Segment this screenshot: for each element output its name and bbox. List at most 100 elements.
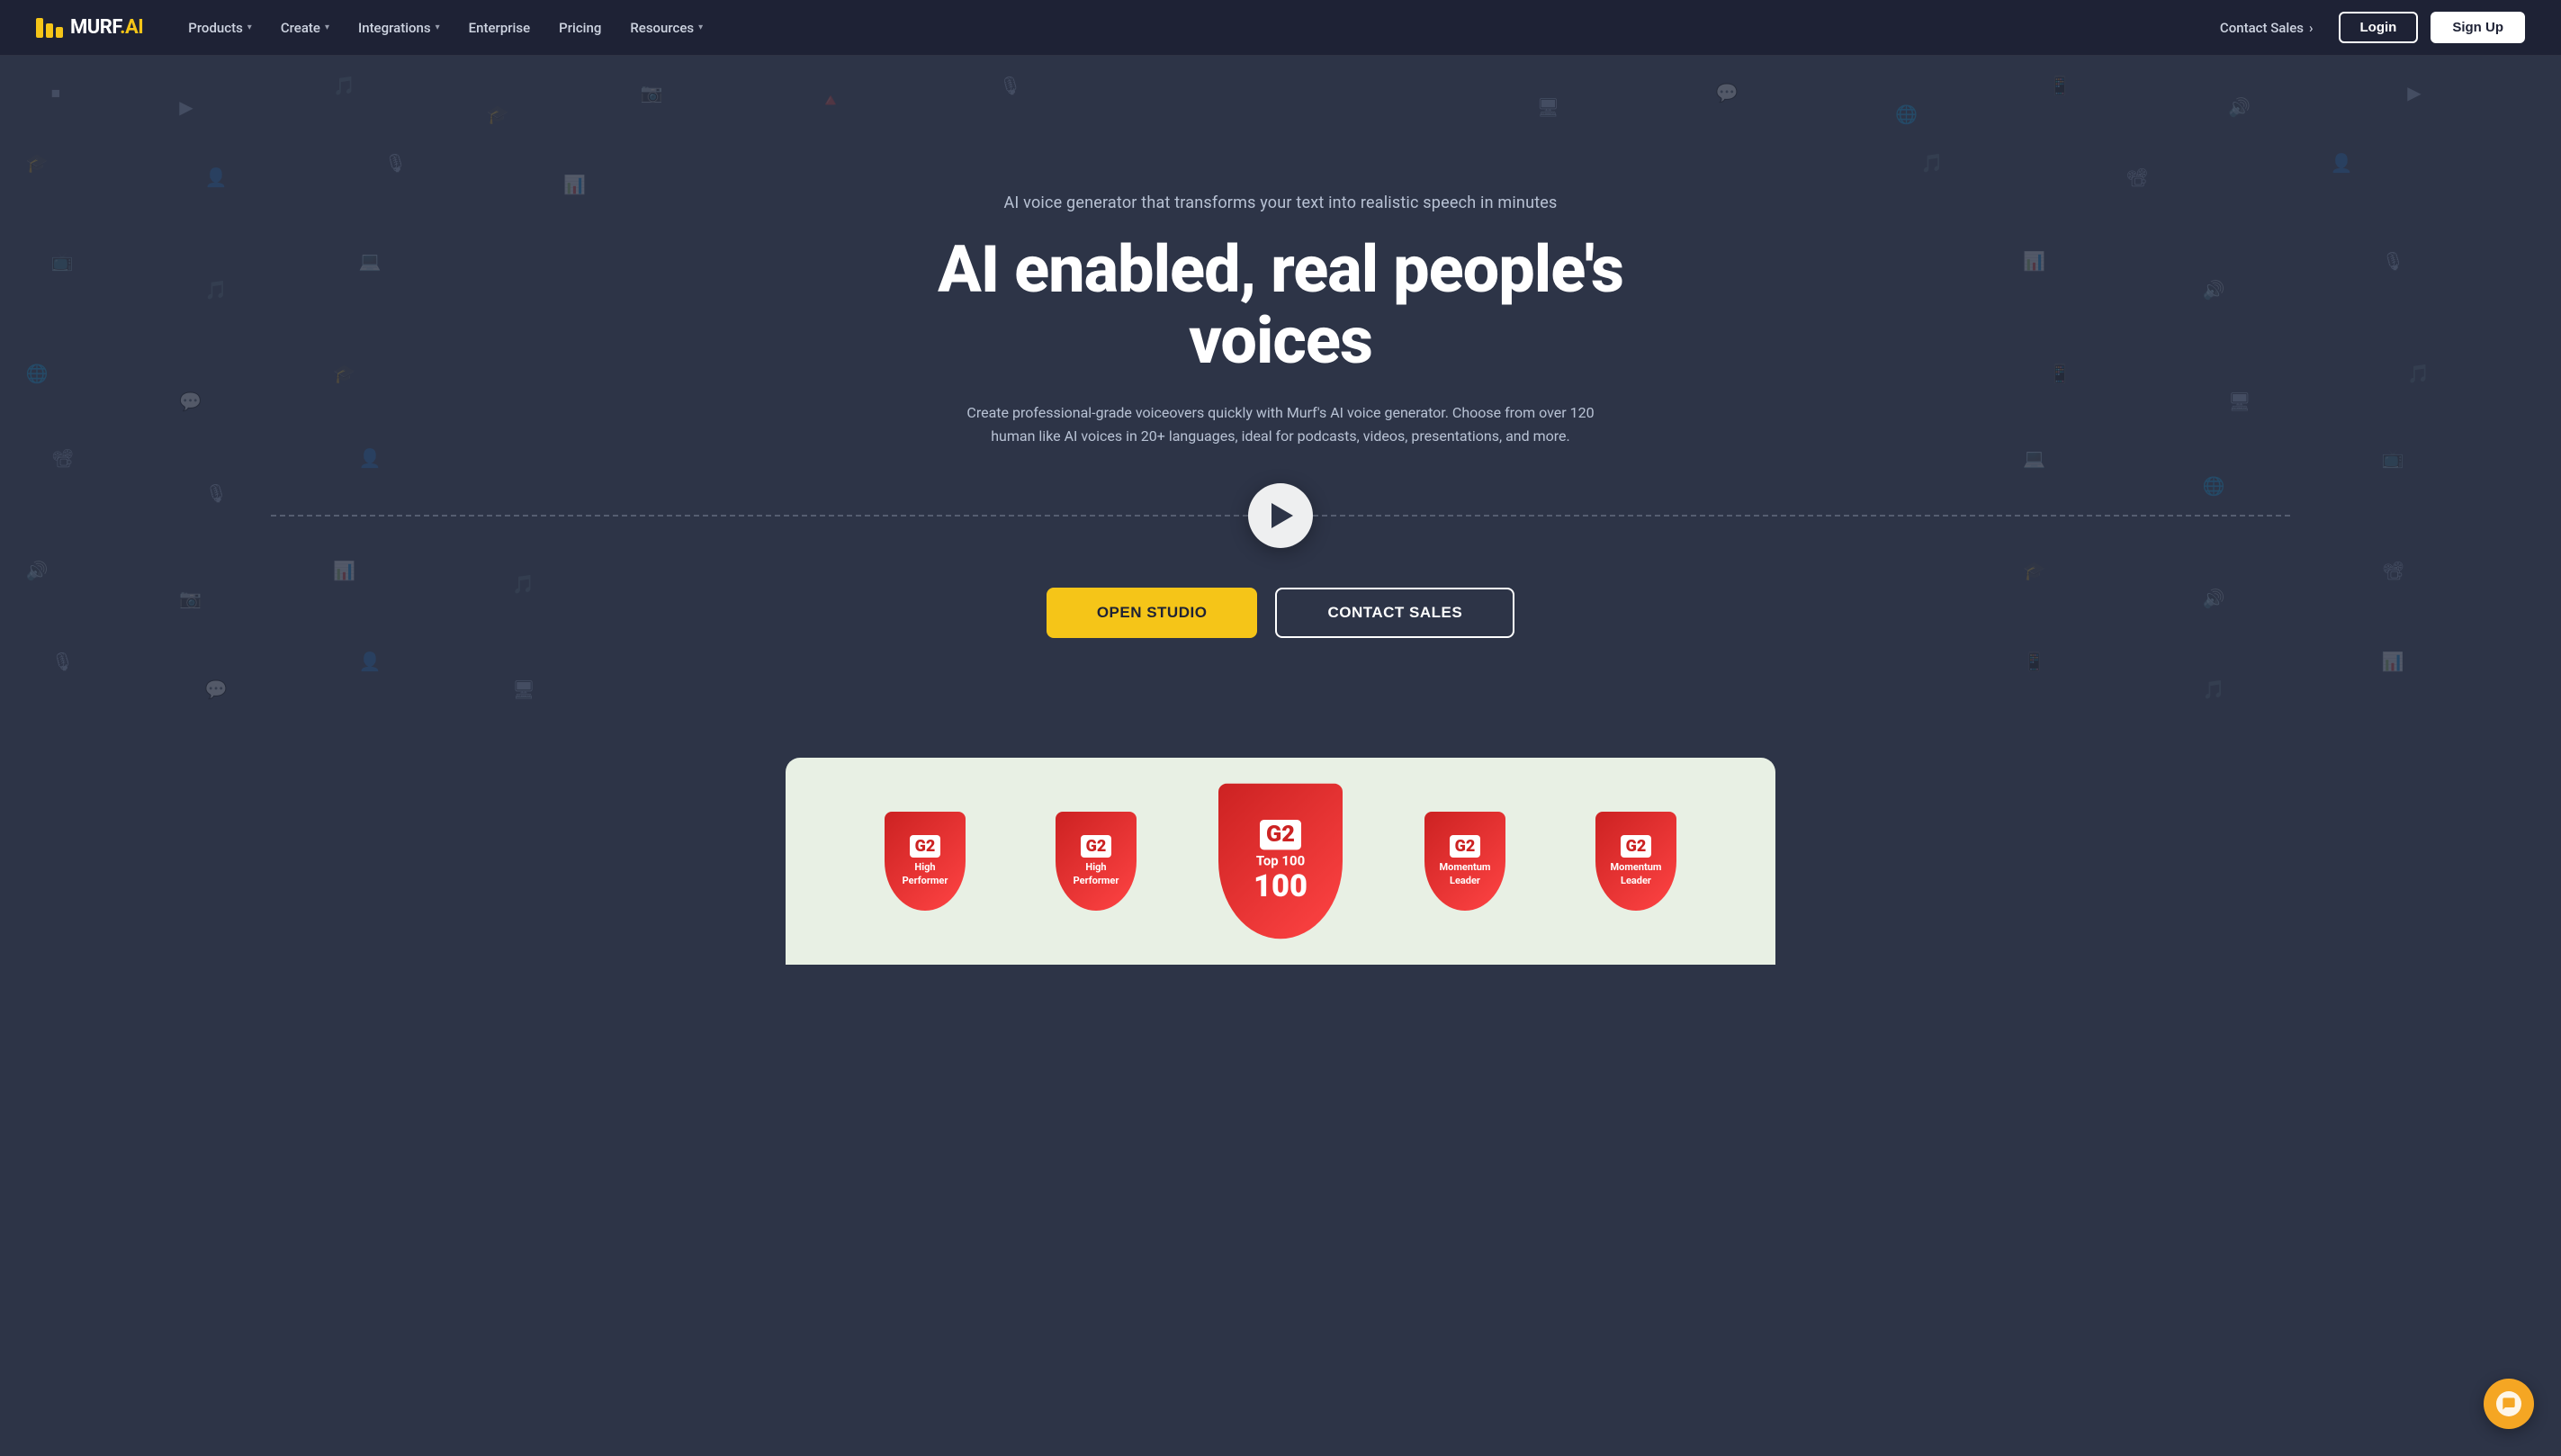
- chat-bubble-icon: [2502, 1397, 2516, 1411]
- logo[interactable]: MURF.AI: [36, 16, 143, 39]
- chat-button[interactable]: [2484, 1379, 2534, 1429]
- nav-item-resources[interactable]: Resources ▾: [617, 13, 715, 43]
- bg-icon: 🔊: [2203, 589, 2225, 607]
- bg-icon: 💬: [1716, 84, 1739, 102]
- award-badge-2: G2 HighPerformer: [1056, 812, 1137, 911]
- nav-item-integrations[interactable]: Integrations ▾: [346, 13, 453, 43]
- bg-icon: 👤: [2331, 154, 2353, 172]
- arrow-icon: ›: [2309, 20, 2314, 36]
- award-badge-3: G2 MomentumLeader: [1424, 812, 1505, 911]
- bg-icon: 👤: [358, 652, 381, 670]
- bg-icon: 🔊: [2203, 281, 2225, 299]
- award-badge-1: G2 HighPerformer: [885, 812, 966, 911]
- open-studio-button[interactable]: OPEN STUDIO: [1047, 588, 1258, 638]
- chevron-down-icon: ▾: [698, 22, 703, 32]
- badge-rank-featured: 100: [1254, 871, 1307, 903]
- bg-icon: 👤: [358, 449, 381, 467]
- g2-badge-featured: G2 Top 100 100: [1218, 784, 1343, 939]
- bg-icon: 📽: [2382, 562, 2404, 580]
- bg-icon: 🎓: [2023, 562, 2045, 580]
- bg-icon: 💻: [2023, 449, 2045, 467]
- chat-icon: [2496, 1391, 2521, 1416]
- nav-item-enterprise[interactable]: Enterprise: [456, 13, 543, 43]
- signup-button[interactable]: Sign Up: [2431, 12, 2525, 43]
- nav-label-create: Create: [281, 20, 320, 36]
- logo-icon: [36, 18, 63, 38]
- g2-logo-4: G2: [1621, 835, 1652, 858]
- logo-suffix: .AI: [120, 16, 143, 39]
- badge-title-4: MomentumLeader: [1611, 861, 1662, 887]
- contact-sales-nav-label: Contact Sales: [2220, 20, 2304, 36]
- bg-icon: 📊: [2023, 252, 2045, 270]
- nav-item-pricing[interactable]: Pricing: [546, 13, 614, 43]
- bg-icon: 🎙: [999, 76, 1021, 94]
- play-icon: [1272, 503, 1293, 528]
- bg-icon: 🎵: [333, 76, 355, 94]
- g2-logo-2: G2: [1081, 835, 1112, 858]
- bg-icon: 🌐: [1895, 105, 1918, 123]
- bg-icon: 🎙: [384, 154, 407, 172]
- bg-icon: 📺: [51, 252, 74, 270]
- bg-icon: 📺: [2382, 449, 2404, 467]
- dashed-line-right: [1313, 515, 2290, 517]
- g2-badge-2: G2 HighPerformer: [1056, 812, 1137, 911]
- login-button[interactable]: Login: [2339, 12, 2419, 43]
- g2-logo-featured: G2: [1260, 820, 1301, 849]
- bg-icon: 🎓: [333, 364, 355, 382]
- logo-bar-3: [56, 27, 63, 38]
- nav-label-resources: Resources: [630, 20, 694, 36]
- navbar: MURF.AI Products ▾ Create ▾ Integrations…: [0, 0, 2561, 56]
- nav-label-products: Products: [188, 20, 243, 36]
- bg-icon: 👤: [205, 168, 228, 186]
- bg-icon: 🎵: [1921, 154, 1944, 172]
- bg-icon: 🎵: [2203, 680, 2225, 698]
- hero-buttons: OPEN STUDIO CONTACT SALES: [1047, 588, 1514, 638]
- bg-icon: 🎵: [2407, 364, 2430, 382]
- hero-content: AI voice generator that transforms your …: [876, 193, 1685, 484]
- bg-icon: 📷: [641, 84, 663, 102]
- hero-subtitle: AI voice generator that transforms your …: [876, 193, 1685, 212]
- bg-icon: 💬: [205, 680, 228, 698]
- bg-icon: ⏹: [51, 84, 60, 102]
- nav-item-products[interactable]: Products ▾: [175, 13, 265, 43]
- bg-icon: 🎵: [512, 575, 535, 593]
- play-section: [18, 483, 2543, 548]
- navbar-right: Contact Sales › Login Sign Up: [2207, 12, 2525, 43]
- chevron-down-icon: ▾: [247, 22, 252, 32]
- bg-icon: 🔊: [2228, 98, 2251, 116]
- bg-icon: 🎓: [487, 105, 509, 123]
- nav-label-pricing: Pricing: [559, 20, 601, 36]
- hero-description: Create professional-grade voiceovers qui…: [957, 401, 1604, 447]
- dashed-line-left: [271, 515, 1248, 517]
- bg-icon: 🎙: [2382, 252, 2404, 270]
- bg-icon: 📽: [2125, 168, 2148, 186]
- chevron-down-icon: ▾: [325, 22, 329, 32]
- badge-title-1: HighPerformer: [903, 861, 948, 887]
- bg-icon: 📊: [563, 175, 586, 193]
- contact-sales-button[interactable]: CONTACT SALES: [1275, 588, 1514, 638]
- bg-icon: 🖥: [2228, 392, 2251, 410]
- contact-sales-nav-link[interactable]: Contact Sales ›: [2207, 13, 2326, 43]
- bg-icon: 🖥: [512, 680, 535, 698]
- logo-bar-2: [46, 23, 53, 38]
- bg-icon: 🎙: [51, 652, 74, 670]
- award-badge-4: G2 MomentumLeader: [1595, 812, 1676, 911]
- badge-title-3: MomentumLeader: [1440, 861, 1491, 887]
- nav-label-integrations: Integrations: [358, 20, 431, 36]
- chevron-down-icon: ▾: [436, 22, 440, 32]
- navbar-left: MURF.AI Products ▾ Create ▾ Integrations…: [36, 13, 715, 43]
- logo-bar-1: [36, 18, 43, 38]
- bg-icon: 📊: [333, 562, 355, 580]
- play-button[interactable]: [1248, 483, 1313, 548]
- g2-badge-3: G2 MomentumLeader: [1424, 812, 1505, 911]
- bg-icon: 📊: [2382, 652, 2404, 670]
- bg-icon: 🎓: [25, 154, 48, 172]
- bg-icon: 📽: [51, 449, 74, 467]
- g2-logo-3: G2: [1450, 835, 1481, 858]
- nav-label-enterprise: Enterprise: [469, 20, 530, 36]
- bg-icon: 🖥: [1537, 98, 1559, 116]
- nav-item-create[interactable]: Create ▾: [268, 13, 342, 43]
- bg-icon: 💻: [358, 252, 381, 270]
- badge-title-2: HighPerformer: [1074, 861, 1119, 887]
- bg-icon: 🎵: [205, 281, 228, 299]
